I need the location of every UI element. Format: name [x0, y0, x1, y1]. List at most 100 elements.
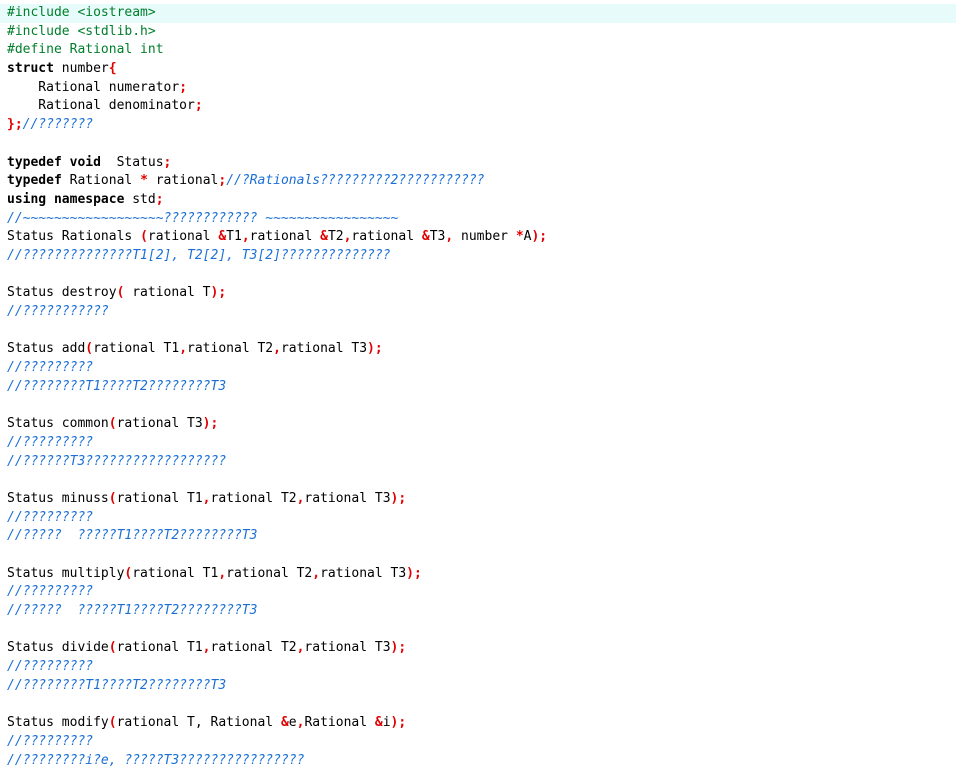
- comment-token: //????? ?????T1????T2????????T3: [7, 528, 258, 544]
- comment-token: //???????????: [7, 304, 109, 319]
- code-token: rational T1: [116, 490, 203, 506]
- code-token: std: [124, 191, 156, 207]
- code-line[interactable]: Status divide(rational T1,rational T2,ra…: [0, 639, 956, 658]
- code-line[interactable]: Rational denominator;: [0, 97, 956, 116]
- code-token: T3: [429, 229, 446, 245]
- code-line[interactable]: //??????????????T1[2], T2[2], T3[2]?????…: [0, 247, 956, 266]
- code-line[interactable]: ​: [0, 322, 956, 341]
- operator-token: ,: [241, 229, 250, 245]
- code-line[interactable]: Rational numerator;: [0, 79, 956, 98]
- code-line[interactable]: typedef void Status;: [0, 154, 956, 173]
- operator-token: ;: [155, 191, 164, 207]
- operator-token: );: [390, 490, 407, 506]
- operator-token: &: [280, 715, 289, 731]
- code-line[interactable]: Status Rationals (rational &T1,rational …: [0, 228, 956, 247]
- code-token: Status minuss: [7, 490, 109, 506]
- code-line[interactable]: //??????T3??????????????????: [0, 453, 956, 472]
- preprocessor-token: #define Rational int: [7, 42, 164, 58]
- operator-token: (: [108, 490, 117, 506]
- code-line[interactable]: //~~~~~~~~~~~~~~~~~~???????????? ~~~~~~~…: [0, 210, 956, 229]
- code-token: rational T3: [116, 416, 203, 432]
- comment-token: //????????i?e, ?????T3????????????????: [7, 752, 305, 768]
- code-line[interactable]: ​: [0, 135, 956, 154]
- comment-token: //?????????: [7, 584, 94, 600]
- code-line[interactable]: Status add(rational T1,rational T2,ratio…: [0, 340, 956, 359]
- code-line[interactable]: //????? ?????T1????T2????????T3: [0, 602, 956, 621]
- operator-token: ,: [445, 229, 454, 245]
- operator-token: );: [202, 416, 219, 432]
- code-line[interactable]: ​: [0, 546, 956, 565]
- code-token: rational T, Rational: [116, 715, 281, 731]
- code-line[interactable]: Status destroy( rational T);: [0, 284, 956, 303]
- operator-token: (: [140, 229, 148, 245]
- code-line[interactable]: Status multiply(rational T1,rational T2,…: [0, 565, 956, 584]
- operator-token: );: [210, 285, 227, 301]
- code-line[interactable]: using namespace std;: [0, 191, 956, 210]
- operator-token: ;: [163, 154, 172, 170]
- code-token: Status add: [7, 341, 86, 357]
- code-token: rational T1: [116, 640, 203, 656]
- operator-token: &: [218, 229, 227, 245]
- code-token: number: [53, 61, 109, 77]
- code-line[interactable]: //?????????: [0, 733, 956, 752]
- code-line[interactable]: #define Rational int: [0, 41, 956, 60]
- code-line[interactable]: ​: [0, 396, 956, 415]
- preprocessor-token: #include <iostream>: [7, 5, 156, 20]
- operator-token: ,: [312, 565, 321, 581]
- code-line[interactable]: ​: [0, 266, 956, 285]
- code-token: Status common: [7, 416, 109, 432]
- operator-token: );: [390, 640, 407, 656]
- code-line[interactable]: //????????T1????T2????????T3: [0, 378, 956, 397]
- code-token: rational T1: [93, 341, 180, 357]
- operator-token: ,: [202, 490, 211, 506]
- comment-token: //?????????: [7, 509, 94, 525]
- code-token: e: [288, 715, 297, 731]
- code-token: rational T3: [304, 490, 391, 506]
- operator-token: (: [85, 341, 94, 357]
- operator-token: (: [108, 640, 117, 656]
- code-line[interactable]: //?????????: [0, 509, 956, 528]
- operator-token: &: [374, 715, 383, 731]
- code-line[interactable]: ​: [0, 471, 956, 490]
- code-line[interactable]: //?????????: [0, 434, 956, 453]
- operator-token: *: [140, 173, 148, 189]
- code-token: Rational numerator: [7, 79, 180, 95]
- operator-token: ,: [202, 640, 211, 656]
- operator-token: ;: [218, 173, 227, 189]
- comment-token: //????????T1????T2????????T3: [7, 677, 227, 693]
- code-line[interactable]: //?????????: [0, 583, 956, 602]
- code-line[interactable]: ​: [0, 621, 956, 640]
- code-line[interactable]: //?????????: [0, 658, 956, 677]
- code-line-current[interactable]: #include <iostream>: [0, 4, 956, 23]
- code-token: rational: [147, 173, 219, 189]
- code-line[interactable]: //???????????: [0, 303, 956, 322]
- code-token: Rational: [304, 715, 375, 731]
- code-line[interactable]: ​: [0, 695, 956, 714]
- code-line[interactable]: };//???????: [0, 116, 956, 135]
- comment-token: //?????????: [7, 659, 94, 675]
- keyword-token: using namespace: [7, 191, 125, 207]
- code-token: rational T1: [132, 565, 219, 581]
- keyword-token: struct: [7, 61, 54, 77]
- comment-token: //???????: [22, 117, 94, 133]
- code-line[interactable]: struct number{: [0, 60, 956, 79]
- code-token: rational T: [124, 285, 211, 301]
- code-line[interactable]: //????????T1????T2????????T3: [0, 677, 956, 696]
- code-editor[interactable]: #include <iostream> #include <stdlib.h> #d…: [0, 0, 956, 777]
- code-line[interactable]: typedef Rational * rational;//?Rationals…: [0, 172, 956, 191]
- operator-token: );: [367, 341, 383, 357]
- operator-token: );: [390, 715, 407, 731]
- comment-token: //?????????: [7, 360, 94, 376]
- operator-token: (: [108, 715, 117, 731]
- operator-token: ,: [273, 341, 281, 357]
- code-token: rational: [147, 229, 219, 245]
- code-line[interactable]: #include <stdlib.h>: [0, 23, 956, 42]
- operator-token: ;: [194, 98, 203, 114]
- code-line[interactable]: Status common(rational T3);: [0, 415, 956, 434]
- code-line[interactable]: //????? ?????T1????T2????????T3: [0, 527, 956, 546]
- code-line[interactable]: //????????i?e, ?????T3????????????????: [0, 752, 956, 771]
- code-line[interactable]: //?????????: [0, 359, 956, 378]
- code-line[interactable]: Status minuss(rational T1,rational T2,ra…: [0, 490, 956, 509]
- code-line[interactable]: Status modify(rational T, Rational &e,Ra…: [0, 714, 956, 733]
- code-token: Rational: [61, 173, 141, 189]
